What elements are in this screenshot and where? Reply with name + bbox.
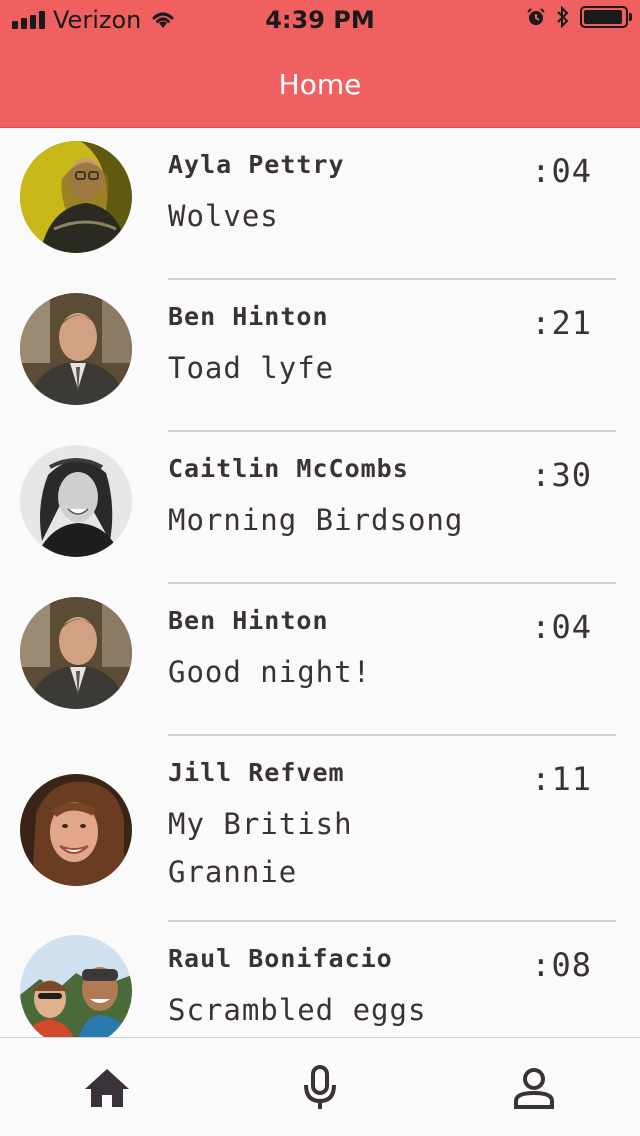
message-title: Morning Birdsong <box>168 503 464 537</box>
message-duration: :11 <box>531 760 592 798</box>
tab-home[interactable] <box>77 1062 137 1114</box>
sender-name: Ben Hinton <box>168 606 329 635</box>
message-list[interactable]: Ayla Pettry Wolves :04 Ben Hinton Toad l… <box>0 128 640 1038</box>
message-duration: :04 <box>531 608 592 646</box>
page-title: Home <box>278 68 362 101</box>
header: Verizon 4:39 PM Home <box>0 0 640 128</box>
sender-name: Raul Bonifacio <box>168 944 393 973</box>
battery-icon <box>580 6 632 28</box>
sender-name: Ayla Pettry <box>168 150 345 179</box>
avatar <box>20 774 132 886</box>
avatar <box>20 293 132 405</box>
list-item[interactable]: Raul Bonifacio Scrambled eggs :08 <box>0 922 640 1038</box>
sender-name: Caitlin McCombs <box>168 454 409 483</box>
message-title: Wolves <box>168 199 279 233</box>
message-duration: :04 <box>531 152 592 190</box>
message-title: Scrambled eggs <box>168 993 427 1027</box>
list-item[interactable]: Caitlin McCombs Morning Birdsong :30 <box>0 432 640 584</box>
avatar <box>20 445 132 557</box>
avatar <box>20 935 132 1038</box>
tab-profile[interactable] <box>504 1062 564 1114</box>
list-item[interactable]: Jill Refvem My British Grannie :11 <box>0 736 640 922</box>
message-title: My British Grannie <box>168 807 353 889</box>
alarm-icon <box>527 8 545 25</box>
message-duration: :30 <box>531 456 592 494</box>
home-icon <box>85 1069 129 1107</box>
battery-level <box>584 10 622 24</box>
avatar <box>20 141 132 253</box>
bluetooth-icon <box>557 6 569 28</box>
avatar <box>20 597 132 709</box>
message-duration: :21 <box>531 304 592 342</box>
microphone-icon <box>304 1065 336 1109</box>
tab-bar <box>0 1037 640 1136</box>
list-item[interactable]: Ben Hinton Good night! :04 <box>0 584 640 736</box>
status-bar: Verizon 4:39 PM <box>0 0 640 40</box>
list-item[interactable]: Ayla Pettry Wolves :04 <box>0 128 640 280</box>
tab-record[interactable] <box>290 1062 350 1114</box>
person-icon <box>514 1068 554 1109</box>
message-duration: :08 <box>531 946 592 984</box>
sender-name: Ben Hinton <box>168 302 329 331</box>
sender-name: Jill Refvem <box>168 758 345 787</box>
list-item[interactable]: Ben Hinton Toad lyfe :21 <box>0 280 640 432</box>
message-title: Toad lyfe <box>168 351 335 385</box>
status-right <box>526 6 632 28</box>
message-title: Good night! <box>168 655 372 689</box>
